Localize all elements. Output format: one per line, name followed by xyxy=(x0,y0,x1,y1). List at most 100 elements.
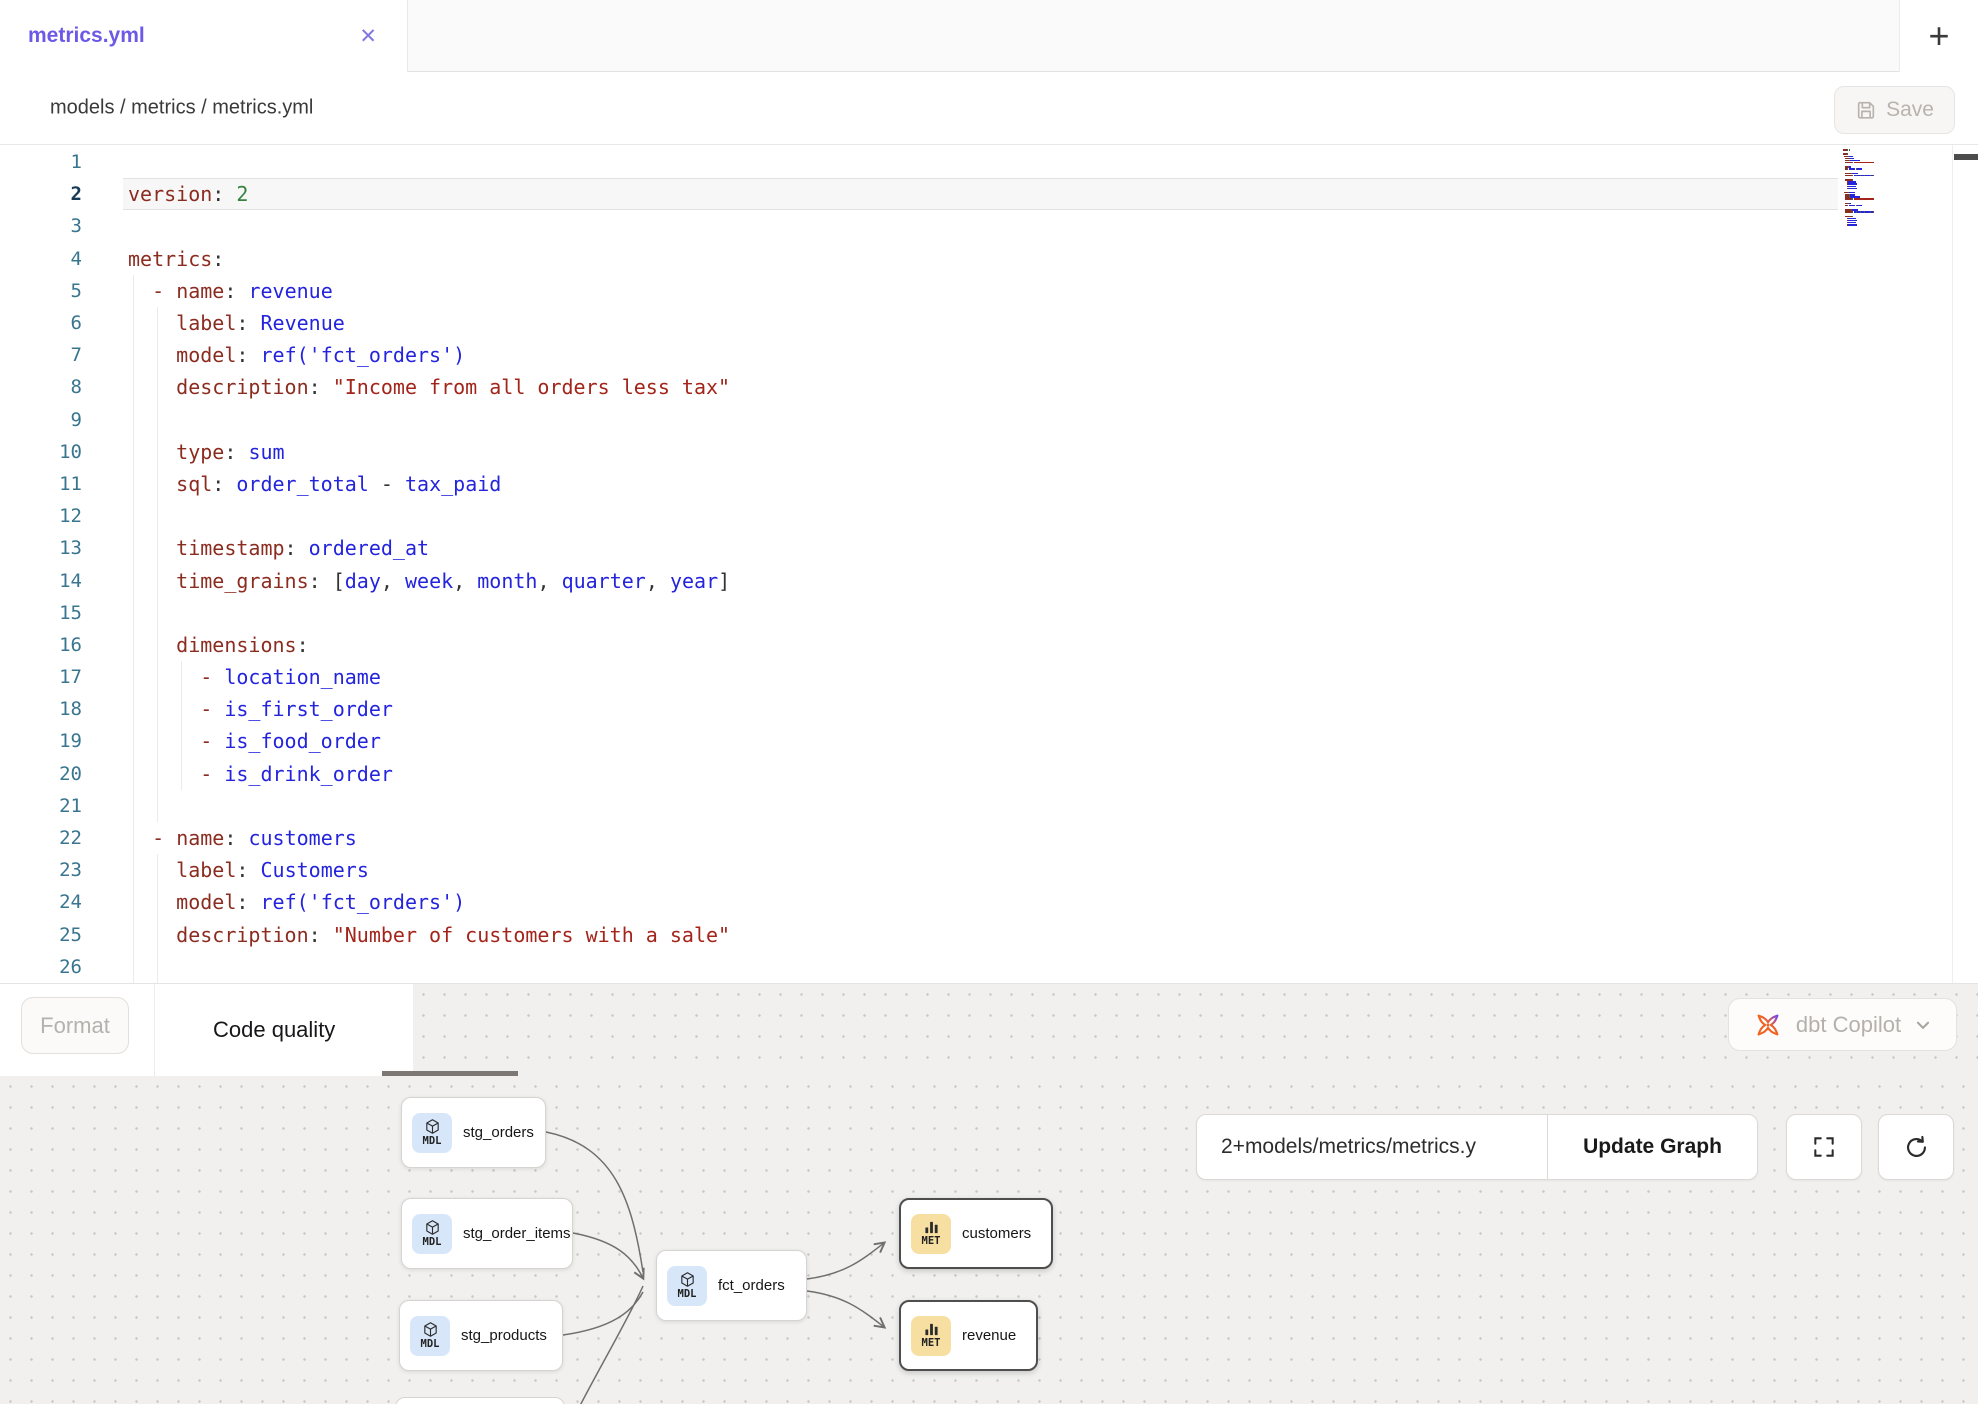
code-line[interactable]: 9 xyxy=(0,404,1952,436)
line-number[interactable]: 13 xyxy=(0,537,82,559)
line-number[interactable]: 17 xyxy=(0,666,82,688)
lineage-node-revenue[interactable]: METrevenue xyxy=(899,1300,1038,1371)
lineage-canvas[interactable]: MDLstg_orders MDLstg_order_items MDLstg_pr… xyxy=(0,1076,1978,1404)
line-number[interactable]: 5 xyxy=(0,280,82,302)
save-button[interactable]: Save xyxy=(1834,86,1955,134)
line-number[interactable]: 18 xyxy=(0,698,82,720)
refresh-icon xyxy=(1903,1134,1930,1161)
code-line[interactable]: 26 xyxy=(0,951,1952,983)
indent-guide xyxy=(133,597,134,629)
code-line[interactable]: 20 - is_drink_order xyxy=(0,758,1952,790)
code-line[interactable]: 25 description: "Number of customers wit… xyxy=(0,919,1952,951)
code-line[interactable]: 11 sql: order_total - tax_paid xyxy=(0,468,1952,500)
model-cube-icon xyxy=(422,1321,439,1338)
model-cube-icon xyxy=(424,1219,441,1236)
model-badge: MDL xyxy=(412,1113,452,1153)
line-number[interactable]: 10 xyxy=(0,441,82,463)
tab-strip-empty xyxy=(408,0,1899,72)
line-number[interactable]: 24 xyxy=(0,891,82,913)
line-number[interactable]: 19 xyxy=(0,730,82,752)
lineage-node-partial[interactable] xyxy=(395,1397,565,1404)
close-icon[interactable]: ✕ xyxy=(359,26,377,47)
code-line[interactable]: 3 xyxy=(0,210,1952,242)
line-number[interactable]: 6 xyxy=(0,312,82,334)
code-line[interactable]: 17 - location_name xyxy=(0,661,1952,693)
line-number[interactable]: 14 xyxy=(0,570,82,592)
line-number[interactable]: 22 xyxy=(0,827,82,849)
dbt-copilot-label: dbt Copilot xyxy=(1796,1012,1901,1038)
tab-code-quality[interactable]: Code quality xyxy=(213,984,335,1076)
code-text: label: Revenue xyxy=(123,307,1952,339)
badge-label: MET xyxy=(922,1338,941,1349)
line-number[interactable]: 8 xyxy=(0,376,82,398)
line-number[interactable]: 15 xyxy=(0,602,82,624)
minimap[interactable] xyxy=(1843,147,1913,226)
dbt-copilot-button[interactable]: dbt Copilot xyxy=(1728,998,1957,1051)
code-line[interactable]: 23 label: Customers xyxy=(0,854,1952,886)
code-text: description: "Number of customers with a… xyxy=(123,919,1952,951)
code-line[interactable]: 22 - name: customers xyxy=(0,822,1952,854)
tab-metrics-yml[interactable]: metrics.yml ✕ xyxy=(0,0,408,72)
code-line[interactable]: 24 model: ref('fct_orders') xyxy=(0,886,1952,918)
update-graph-button[interactable]: Update Graph xyxy=(1547,1115,1757,1179)
code-line[interactable]: 7 model: ref('fct_orders') xyxy=(0,339,1952,371)
code-line[interactable]: 10 type: sum xyxy=(0,436,1952,468)
code-line[interactable]: 12 xyxy=(0,500,1952,532)
line-number[interactable]: 25 xyxy=(0,924,82,946)
lineage-node-stg_order_items[interactable]: MDLstg_order_items xyxy=(401,1198,573,1269)
code-line[interactable]: 8 description: "Income from all orders l… xyxy=(0,371,1952,403)
line-number[interactable]: 12 xyxy=(0,505,82,527)
fullscreen-icon xyxy=(1811,1134,1837,1160)
breadcrumb: models / metrics / metrics.yml xyxy=(50,97,313,120)
lineage-node-customers[interactable]: METcustomers xyxy=(899,1198,1053,1269)
line-number[interactable]: 3 xyxy=(0,215,82,237)
indent-guide xyxy=(157,404,158,436)
lineage-filter-input[interactable] xyxy=(1197,1115,1547,1179)
lineage-node-stg_products[interactable]: MDLstg_products xyxy=(399,1300,563,1371)
code-text xyxy=(123,146,1952,178)
model-badge: MDL xyxy=(410,1316,450,1356)
lineage-node-stg_orders[interactable]: MDLstg_orders xyxy=(401,1097,546,1168)
code-editor[interactable]: 12version: 234metrics:5 - name: revenue6… xyxy=(0,144,1978,983)
line-number[interactable]: 23 xyxy=(0,859,82,881)
code-line[interactable]: 6 label: Revenue xyxy=(0,307,1952,339)
code-line[interactable]: 19 - is_food_order xyxy=(0,725,1952,757)
lineage-node-fct_orders[interactable]: MDLfct_orders xyxy=(656,1250,807,1321)
line-number[interactable]: 7 xyxy=(0,344,82,366)
line-number[interactable]: 4 xyxy=(0,248,82,270)
tab-title: metrics.yml xyxy=(28,24,145,48)
bottom-bar-divider xyxy=(154,984,155,1076)
indent-guide xyxy=(157,951,158,983)
code-line[interactable]: 13 timestamp: ordered_at xyxy=(0,532,1952,564)
line-number[interactable]: 1 xyxy=(0,151,82,173)
code-line[interactable]: 5 - name: revenue xyxy=(0,275,1952,307)
model-badge: MDL xyxy=(667,1266,707,1306)
editor-scrollbar[interactable] xyxy=(1952,145,1978,983)
metric-chart-icon xyxy=(924,1220,939,1235)
refresh-button[interactable] xyxy=(1878,1114,1954,1180)
line-number[interactable]: 11 xyxy=(0,473,82,495)
code-line[interactable]: 15 xyxy=(0,597,1952,629)
line-number[interactable]: 20 xyxy=(0,763,82,785)
code-line[interactable]: 2version: 2 xyxy=(0,178,1952,210)
line-number[interactable]: 2 xyxy=(0,183,82,205)
code-line[interactable]: 16 dimensions: xyxy=(0,629,1952,661)
code-line[interactable]: 21 xyxy=(0,790,1952,822)
badge-label: MDL xyxy=(678,1289,697,1300)
code-line[interactable]: 18 - is_first_order xyxy=(0,693,1952,725)
metric-badge: MET xyxy=(911,1214,951,1254)
scrollbar-thumb[interactable] xyxy=(1954,154,1978,160)
line-number[interactable]: 21 xyxy=(0,795,82,817)
line-number[interactable]: 26 xyxy=(0,956,82,978)
code-line[interactable]: 1 xyxy=(0,146,1952,178)
code-line[interactable]: 14 time_grains: [day, week, month, quart… xyxy=(0,564,1952,596)
line-number[interactable]: 16 xyxy=(0,634,82,656)
line-number[interactable]: 9 xyxy=(0,409,82,431)
code-line[interactable]: 4metrics: xyxy=(0,243,1952,275)
editor-bottom-bar: Format Code quality Lineage dbt Copilot xyxy=(0,983,1978,1076)
format-button[interactable]: Format xyxy=(21,997,129,1054)
new-tab-button[interactable]: + xyxy=(1899,0,1978,72)
fullscreen-button[interactable] xyxy=(1786,1114,1862,1180)
metric-chart-icon xyxy=(924,1322,939,1337)
code-text: - location_name xyxy=(123,661,1952,693)
